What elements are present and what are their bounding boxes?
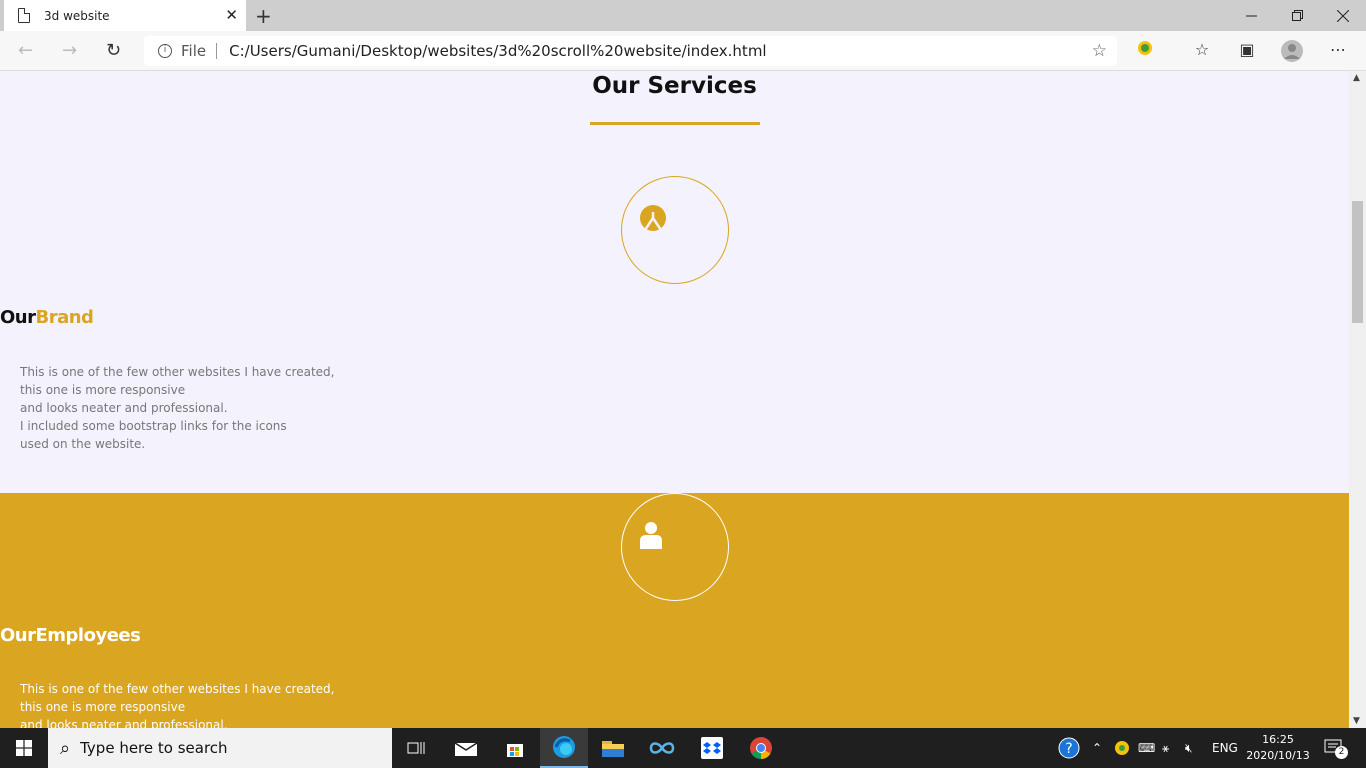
windows-logo-icon xyxy=(16,740,32,756)
employees-heading-accent: Employees xyxy=(35,625,141,646)
address-bar[interactable]: i File C:/Users/Gumani/Desktop/websites/… xyxy=(144,36,1117,66)
restore-button[interactable] xyxy=(1274,0,1320,31)
refresh-icon[interactable]: ↻ xyxy=(106,40,121,61)
scroll-down-arrow-icon[interactable]: ▼ xyxy=(1353,716,1360,726)
more-menu-icon[interactable]: ⋯ xyxy=(1326,40,1350,59)
brand-heading-plain: Our xyxy=(0,307,36,328)
back-arrow-icon[interactable]: ← xyxy=(18,40,33,61)
brand-text-line: I included some bootstrap links for the … xyxy=(20,419,287,433)
employees-heading: OurEmployees xyxy=(0,625,141,646)
employees-text-line: and looks neater and professional. xyxy=(20,718,228,728)
new-tab-button[interactable]: + xyxy=(255,4,272,28)
language-indicator[interactable]: ENG xyxy=(1212,728,1238,768)
forward-arrow-icon[interactable]: → xyxy=(62,40,77,61)
browser-tab[interactable]: 3d website ✕ xyxy=(4,0,246,31)
mail-icon[interactable] xyxy=(442,728,490,768)
user-icon xyxy=(640,522,662,549)
help-icon[interactable]: ? xyxy=(1058,728,1080,768)
employees-text-line: This is one of the few other websites I … xyxy=(20,682,335,696)
volume-muted-icon[interactable]: 🔇︎ xyxy=(1185,728,1193,768)
scroll-up-arrow-icon[interactable]: ▲ xyxy=(1353,73,1360,83)
employees-heading-plain: Our xyxy=(0,625,36,646)
browser-toolbar: ← → ↻ i File C:/Users/Gumani/Desktop/web… xyxy=(0,31,1366,71)
windows-taskbar: ⌕ Type here to search ? ⌃ ⌨ ⚹ 🔇︎ ENG 16:… xyxy=(0,728,1366,768)
minimize-button[interactable] xyxy=(1228,0,1274,31)
profile-avatar-icon[interactable] xyxy=(1280,40,1304,66)
title-underline xyxy=(590,122,760,125)
brand-text-line: this one is more responsive xyxy=(20,383,186,397)
store-icon[interactable] xyxy=(491,728,539,768)
brand-icon-circle xyxy=(621,176,729,284)
start-button[interactable] xyxy=(0,728,48,768)
extension-icon[interactable] xyxy=(1133,40,1157,60)
employees-text-line: this one is more responsive xyxy=(20,700,186,714)
vertical-scrollbar[interactable]: ▲ ▼ xyxy=(1349,71,1366,728)
info-icon[interactable]: i xyxy=(158,44,172,58)
edge-browser-icon[interactable] xyxy=(540,728,588,768)
brand-text-line: and looks neater and professional. xyxy=(20,401,228,415)
url-text[interactable]: C:/Users/Gumani/Desktop/websites/3d%20sc… xyxy=(229,42,767,60)
notification-center-icon[interactable]: 2 xyxy=(1324,728,1348,768)
close-tab-icon[interactable]: ✕ xyxy=(225,7,238,23)
browser-tab-strip: 3d website ✕ + xyxy=(0,0,1366,31)
services-title: Our Services xyxy=(592,73,757,99)
search-icon: ⌕ xyxy=(60,737,71,759)
employees-description: This is one of the few other websites I … xyxy=(20,680,334,728)
page-icon xyxy=(18,8,30,23)
system-clock[interactable]: 16:25 2020/10/13 xyxy=(1240,732,1316,764)
brand-text-line: used on the website. xyxy=(20,437,146,451)
favorite-star-icon[interactable]: ☆ xyxy=(1092,41,1107,61)
address-separator xyxy=(216,43,218,59)
collections-icon[interactable]: ▣ xyxy=(1235,40,1259,59)
infinity-app-icon[interactable] xyxy=(638,728,686,768)
clock-date: 2020/10/13 xyxy=(1246,749,1310,762)
clock-time: 16:25 xyxy=(1262,733,1294,746)
brand-heading-accent: Brand xyxy=(35,307,94,328)
brand-text-line: This is one of the few other websites I … xyxy=(20,365,335,379)
tray-chevron-icon[interactable]: ⌃ xyxy=(1092,728,1102,768)
search-placeholder: Type here to search xyxy=(80,739,228,757)
chrome-icon[interactable] xyxy=(737,728,785,768)
network-icon[interactable]: ⚹ xyxy=(1162,728,1169,768)
scroll-thumb[interactable] xyxy=(1352,201,1363,323)
employees-icon-circle xyxy=(621,493,729,601)
file-explorer-icon[interactable] xyxy=(589,728,637,768)
favorites-icon[interactable]: ☆ xyxy=(1190,40,1214,59)
page-viewport: Our Services OurBrand This is one of the… xyxy=(0,71,1349,728)
notification-badge: 2 xyxy=(1335,746,1348,759)
dropbox-icon[interactable] xyxy=(688,728,736,768)
taskbar-search-box[interactable]: ⌕ Type here to search xyxy=(48,728,392,768)
address-prefix: File xyxy=(181,42,207,60)
brand-heading: OurBrand xyxy=(0,307,94,328)
svg-text:?: ? xyxy=(1065,741,1072,757)
tab-title: 3d website xyxy=(44,8,110,23)
close-window-button[interactable] xyxy=(1320,0,1366,31)
ime-icon[interactable]: ⌨ xyxy=(1138,728,1155,768)
brand-description: This is one of the few other websites I … xyxy=(20,363,334,453)
task-view-icon[interactable] xyxy=(392,728,440,768)
brand-icon xyxy=(640,205,666,231)
tray-app-icon[interactable] xyxy=(1114,728,1130,768)
